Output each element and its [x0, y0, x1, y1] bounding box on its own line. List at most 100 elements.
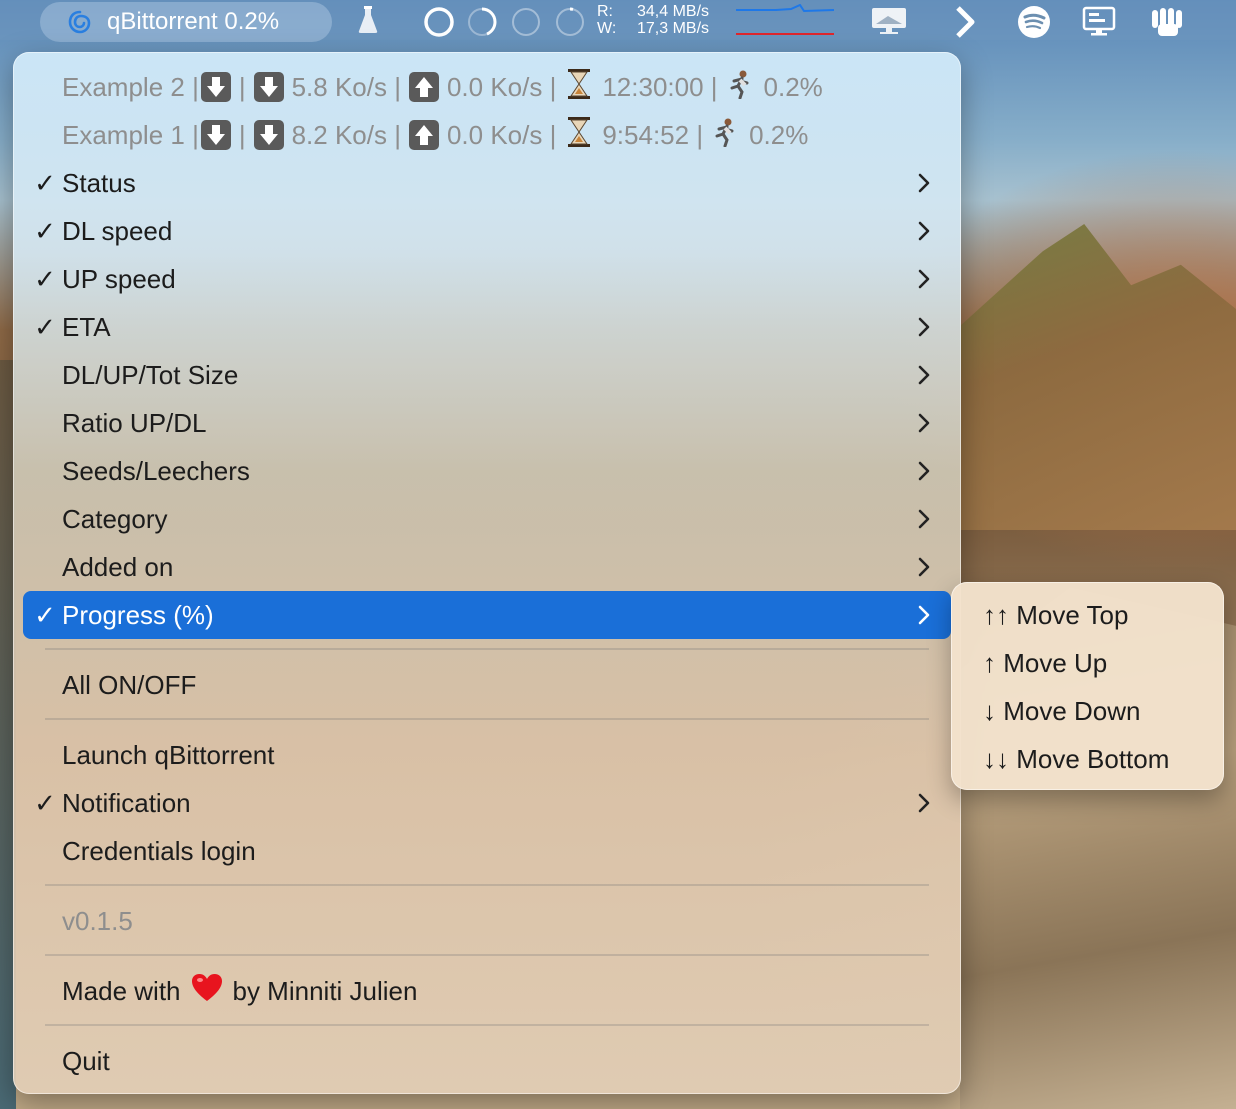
- checkmark-icon: ✓: [34, 787, 56, 818]
- menu-item-notification[interactable]: ✓ Notification: [23, 779, 951, 827]
- submenu-item-move-up[interactable]: ↑ Move Up: [983, 643, 1107, 683]
- credits-suffix: by Minniti Julien: [232, 975, 418, 1006]
- display-icon[interactable]: [870, 5, 910, 37]
- download-status-icon: [200, 120, 231, 150]
- torrent-separator: |: [238, 71, 246, 102]
- menu-item-label: Quit: [62, 1045, 110, 1076]
- menu-item-ratio[interactable]: Ratio UP/DL: [23, 399, 951, 447]
- chevron-right-icon[interactable]: [952, 5, 978, 39]
- menu-separator: [45, 648, 929, 650]
- credits-prefix: Made with: [62, 975, 181, 1006]
- menu-item-label: Status: [62, 167, 136, 198]
- torrent-progress: 0.2%: [763, 71, 823, 102]
- runner-icon: [726, 69, 756, 106]
- download-arrow-icon: [253, 120, 284, 150]
- version-label: v0.1.5: [62, 905, 133, 936]
- torrent-eta: 9:54:52 |: [602, 119, 704, 150]
- ring-empty-icon[interactable]: [509, 5, 543, 39]
- menu-item-credits[interactable]: Made with by Minniti Julien: [23, 967, 951, 1015]
- monitor-icon[interactable]: [1082, 5, 1116, 39]
- qbittorrent-menu: Example 2 | | 5.8 Ko/s | 0.0 Ko/s | 12:3…: [13, 52, 961, 1094]
- torrent-dl-speed: 5.8 Ko/s |: [291, 71, 401, 102]
- upload-arrow-icon: [408, 72, 439, 102]
- torrent-name: Example 1 |: [62, 119, 199, 150]
- menu-item-label: Added on: [62, 551, 174, 582]
- menu-item-version: v0.1.5: [23, 897, 951, 945]
- disk-read-value: 34,4 MB/s: [637, 3, 710, 20]
- runner-icon: [711, 117, 741, 154]
- fingers-icon[interactable]: [1150, 5, 1186, 39]
- disk-io-readout[interactable]: R: 34,4 MB/s W: 17,3 MB/s: [597, 3, 735, 37]
- menu-item-quit[interactable]: Quit: [23, 1037, 951, 1085]
- app-title: qBittorrent 0.2%: [107, 8, 280, 35]
- menu-item-seeds-leechers[interactable]: Seeds/Leechers: [23, 447, 951, 495]
- menu-item-progress[interactable]: ✓ Progress (%): [23, 591, 951, 639]
- submenu-item-move-down[interactable]: ↓ Move Down: [983, 691, 1141, 731]
- menu-separator: [45, 1024, 929, 1026]
- torrent-row: Example 2 | | 5.8 Ko/s | 0.0 Ko/s | 12:3…: [23, 63, 951, 111]
- ring-partial-icon[interactable]: [465, 5, 499, 39]
- menu-item-eta[interactable]: ✓ ETA: [23, 303, 951, 351]
- ring-full-icon[interactable]: [422, 5, 456, 39]
- checkmark-icon: ✓: [34, 215, 56, 246]
- submenu-chevron-icon: [917, 315, 931, 339]
- hourglass-icon: [566, 68, 592, 107]
- menu-item-category[interactable]: Category: [23, 495, 951, 543]
- torrent-eta: 12:30:00 |: [602, 71, 718, 102]
- menu-separator: [45, 884, 929, 886]
- menu-item-dl-speed[interactable]: ✓ DL speed: [23, 207, 951, 255]
- menu-item-all-on-off[interactable]: All ON/OFF: [23, 661, 951, 709]
- menu-item-credentials[interactable]: Credentials login: [23, 827, 951, 875]
- menu-item-label: Seeds/Leechers: [62, 455, 250, 486]
- qbittorrent-status-item[interactable]: qBittorrent 0.2%: [40, 2, 332, 42]
- submenu-chevron-icon: [917, 219, 931, 243]
- submenu-item-move-bottom[interactable]: ↓↓ Move Bottom: [983, 739, 1169, 779]
- submenu-chevron-icon: [917, 603, 931, 627]
- menu-item-label: Category: [62, 503, 168, 534]
- menu-item-label: DL/UP/Tot Size: [62, 359, 239, 390]
- submenu-chevron-icon: [917, 171, 931, 195]
- disk-io-sparkline: [736, 4, 834, 35]
- wallpaper-mountain: [960, 224, 1236, 530]
- submenu-chevron-icon: [917, 555, 931, 579]
- qbittorrent-logo-icon: [67, 9, 93, 35]
- torrent-up-speed: 0.0 Ko/s |: [446, 119, 557, 150]
- torrent-row: Example 1 | | 8.2 Ko/s | 0.0 Ko/s | 9:54…: [23, 111, 951, 159]
- download-status-icon: [200, 72, 231, 102]
- download-arrow-icon: [253, 72, 284, 102]
- menu-item-label: DL speed: [62, 215, 173, 246]
- checkmark-icon: ✓: [34, 311, 56, 342]
- checkmark-icon: ✓: [34, 599, 56, 630]
- upload-arrow-icon: [408, 120, 439, 150]
- menu-item-up-speed[interactable]: ✓ UP speed: [23, 255, 951, 303]
- spotify-icon[interactable]: [1017, 5, 1051, 39]
- disk-read-label: R:: [597, 3, 613, 20]
- heart-icon: [191, 973, 223, 1010]
- menu-item-launch[interactable]: Launch qBittorrent: [23, 731, 951, 779]
- menu-item-label: ETA: [62, 311, 111, 342]
- submenu-chevron-icon: [917, 507, 931, 531]
- submenu-chevron-icon: [917, 267, 931, 291]
- flask-icon[interactable]: [356, 5, 380, 35]
- disk-write-label: W:: [597, 20, 617, 37]
- menu-item-label: Credentials login: [62, 835, 256, 866]
- torrent-progress: 0.2%: [749, 119, 809, 150]
- submenu-chevron-icon: [917, 411, 931, 435]
- ring-tick-icon[interactable]: [553, 5, 587, 39]
- menu-item-label: Notification: [62, 787, 191, 818]
- menu-item-size[interactable]: DL/UP/Tot Size: [23, 351, 951, 399]
- menu-bar: qBittorrent 0.2% R: 34,4 MB/s W: 17,3 MB/s: [0, 0, 1236, 42]
- menu-item-label: All ON/OFF: [62, 669, 197, 700]
- submenu-chevron-icon: [917, 791, 931, 815]
- menu-item-added-on[interactable]: Added on: [23, 543, 951, 591]
- menu-item-status[interactable]: ✓ Status: [23, 159, 951, 207]
- submenu-chevron-icon: [917, 459, 931, 483]
- torrent-separator: |: [238, 119, 246, 150]
- submenu-item-move-top[interactable]: ↑↑ Move Top: [983, 595, 1128, 635]
- torrent-up-speed: 0.0 Ko/s |: [446, 71, 557, 102]
- menu-item-label: Ratio UP/DL: [62, 407, 207, 438]
- checkmark-icon: ✓: [34, 167, 56, 198]
- disk-write-value: 17,3 MB/s: [637, 20, 710, 37]
- menu-item-label: UP speed: [62, 263, 176, 294]
- progress-submenu: ↑↑ Move Top ↑ Move Up ↓ Move Down ↓↓ Mov…: [951, 582, 1224, 790]
